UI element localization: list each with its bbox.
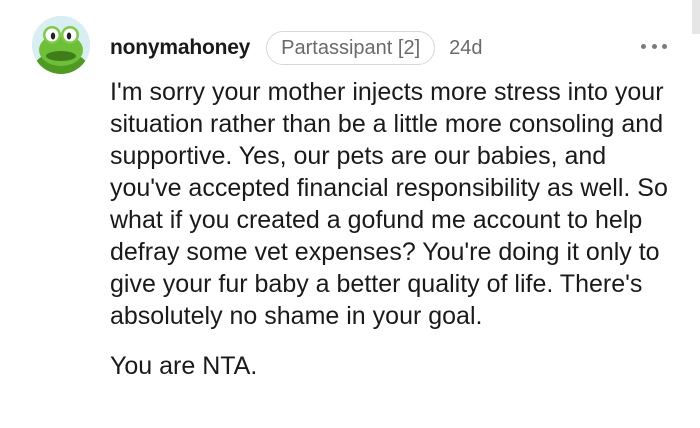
comment: nonymahoney Partassipant [2] 24d I'm sor… <box>0 0 700 428</box>
kermit-avatar-icon <box>32 16 90 74</box>
comment-timestamp: 24d <box>449 36 483 59</box>
more-dot-icon <box>651 43 657 49</box>
scrollbar[interactable] <box>692 0 700 34</box>
user-avatar[interactable] <box>32 16 90 74</box>
comment-author[interactable]: nonymahoney <box>110 36 250 60</box>
comment-paragraph: I'm sorry your mother injects more stres… <box>110 78 668 330</box>
more-dot-icon <box>641 43 646 49</box>
more-options-button[interactable] <box>638 34 670 58</box>
user-flair-badge: Partassipant [2] <box>266 31 436 65</box>
comment-body: I'm sorry your mother injects more stres… <box>110 76 680 382</box>
more-dot-icon <box>662 43 667 49</box>
comment-verdict: You are NTA. <box>110 352 258 380</box>
comment-meta: nonymahoney Partassipant [2] 24d <box>110 30 483 66</box>
